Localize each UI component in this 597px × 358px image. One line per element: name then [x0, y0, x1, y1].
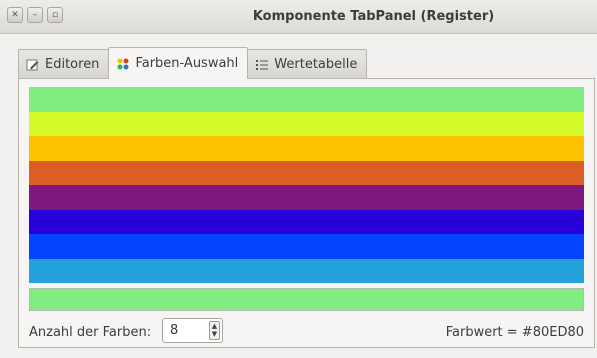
color-count-spinner[interactable]: 8 ▲ ▼: [162, 318, 223, 343]
spinner-down-icon[interactable]: ▼: [211, 331, 218, 338]
color-band-7[interactable]: [29, 234, 584, 259]
color-band-5[interactable]: [29, 185, 584, 210]
color-bands: [29, 87, 584, 283]
color-band-1[interactable]: [29, 87, 584, 112]
color-band-2[interactable]: [29, 111, 584, 136]
tab-wertetabelle[interactable]: Wertetabelle: [247, 49, 368, 79]
list-icon: [255, 58, 269, 72]
color-count-label: Anzahl der Farben:: [29, 325, 152, 340]
tab-bar: Editoren Farben-Auswahl Wertetabelle: [18, 47, 368, 79]
color-band-6[interactable]: [29, 209, 584, 234]
tab-editoren[interactable]: Editoren: [18, 49, 110, 79]
spinner-arrows[interactable]: ▲ ▼: [209, 321, 220, 340]
color-palette-icon: [116, 57, 130, 71]
color-count-value: 8: [170, 323, 179, 338]
color-band-3[interactable]: [29, 136, 584, 161]
tab-label: Farben-Auswahl: [135, 56, 239, 71]
title-bar: ✕ – ▫ Komponente TabPanel (Register): [0, 0, 597, 34]
spinner-up-icon[interactable]: ▲: [211, 323, 218, 330]
color-band-4[interactable]: [29, 160, 584, 185]
tab-label: Wertetabelle: [274, 57, 358, 72]
window-title: Komponente TabPanel (Register): [252, 9, 495, 24]
tab-farben-auswahl[interactable]: Farben-Auswahl: [108, 47, 249, 79]
color-band-8[interactable]: [29, 258, 584, 283]
selected-color-preview: [29, 288, 584, 311]
tab-label: Editoren: [45, 57, 100, 72]
color-value-label: Farbwert = #80ED80: [445, 325, 584, 340]
edit-icon: [26, 58, 40, 72]
